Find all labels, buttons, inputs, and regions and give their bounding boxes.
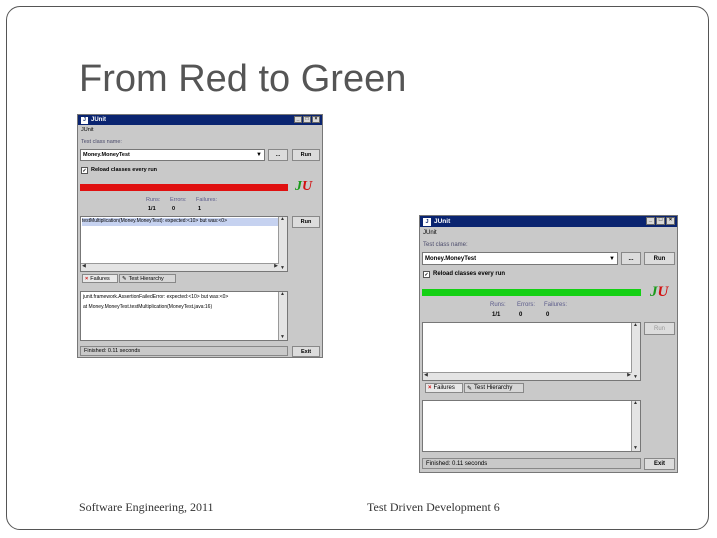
failure-x-icon: × — [428, 385, 432, 391]
run-button[interactable]: Run — [292, 149, 320, 161]
runs-label: Runs: — [146, 197, 161, 203]
reload-label: Reload classes every run — [433, 271, 506, 277]
test-class-label: Test class name: — [81, 139, 122, 145]
vertical-scrollbar[interactable]: ▲ ▼ — [631, 401, 640, 451]
vertical-scrollbar[interactable]: ▲ ▼ — [278, 217, 287, 271]
reload-checkbox[interactable]: ✓ — [81, 167, 88, 174]
tab-test-hierarchy[interactable]: ✎ Test Hierarchy — [464, 383, 524, 393]
scroll-right-icon[interactable]: ▶ — [274, 264, 278, 269]
failure-list[interactable]: testMultiplication(Money.MoneyTest): exp… — [80, 216, 288, 272]
stack-trace-pane[interactable]: ▲ ▼ — [422, 400, 641, 452]
scroll-right-icon[interactable]: ▶ — [627, 373, 631, 378]
errors-label: Errors: — [170, 197, 187, 203]
junit-status-logo-icon: JU — [295, 179, 313, 194]
window-title: JUnit — [434, 218, 451, 225]
scroll-left-icon[interactable]: ◀ — [424, 373, 428, 378]
menu-junit[interactable]: JUnit — [81, 127, 94, 133]
run-again-button[interactable]: Run — [644, 322, 675, 335]
trace-line-1: junit.framework.AssertionFailedError: ex… — [83, 294, 229, 300]
failures-value: 0 — [546, 312, 550, 318]
window-titlebar[interactable]: J JUnit _ □ × — [78, 115, 322, 125]
vertical-scrollbar[interactable]: ▲ ▼ — [631, 323, 640, 380]
status-bar: Finished: 0.11 seconds — [80, 346, 288, 356]
scroll-up-icon[interactable]: ▲ — [280, 292, 285, 297]
footer-course: Software Engineering, 2011 — [79, 500, 214, 514]
hierarchy-icon: ✎ — [122, 275, 127, 282]
test-class-combobox[interactable]: Money.MoneyTest ▼ — [80, 149, 265, 161]
scroll-down-icon[interactable]: ▼ — [280, 266, 285, 271]
test-class-combobox[interactable]: Money.MoneyTest ▼ — [422, 252, 618, 265]
progress-bar-passed — [422, 289, 641, 296]
junit-window-passed: J JUnit _ □ × JUnit Test class name: Mon… — [419, 215, 678, 473]
junit-logo-icon: J — [81, 116, 88, 124]
menu-junit[interactable]: JUnit — [423, 230, 437, 236]
scroll-left-icon[interactable]: ◀ — [82, 264, 86, 269]
runs-label: Runs: — [490, 302, 506, 308]
failure-list[interactable]: ▲ ▼ ◀ ▶ — [422, 322, 641, 381]
scroll-up-icon[interactable]: ▲ — [633, 323, 638, 328]
horizontal-scrollbar[interactable]: ◀ ▶ — [423, 372, 632, 380]
browse-button[interactable]: ... — [268, 149, 288, 161]
exit-button[interactable]: Exit — [644, 458, 675, 470]
errors-value: 0 — [172, 206, 176, 212]
progress-bar-failed — [80, 184, 288, 191]
footer-topic-page: Test Driven Development 6 — [367, 500, 500, 514]
status-bar: Finished: 0.11 seconds — [422, 458, 641, 469]
window-title: JUnit — [91, 117, 106, 123]
close-button[interactable]: × — [312, 116, 320, 123]
tab-failures[interactable]: × Failures — [82, 274, 118, 283]
window-titlebar[interactable]: J JUnit _ □ × — [420, 216, 677, 227]
junit-logo-icon: J — [423, 217, 431, 226]
tab-test-hierarchy[interactable]: ✎ Test Hierarchy — [119, 274, 176, 283]
runs-value: 1/1 — [492, 312, 501, 318]
dropdown-arrow-icon[interactable]: ▼ — [609, 256, 615, 262]
failures-value: 1 — [198, 206, 202, 212]
junit-status-logo-icon: JU — [650, 284, 669, 300]
minimize-button[interactable]: _ — [294, 116, 302, 123]
horizontal-scrollbar[interactable]: ◀ ▶ — [81, 263, 279, 271]
stack-trace-pane[interactable]: junit.framework.AssertionFailedError: ex… — [80, 291, 288, 341]
test-class-value: Money.MoneyTest — [83, 152, 130, 158]
failures-label: Failures: — [544, 302, 568, 308]
scroll-down-icon[interactable]: ▼ — [280, 335, 285, 340]
maximize-button[interactable]: □ — [303, 116, 311, 123]
slide-title: From Red to Green — [79, 58, 407, 100]
run-button[interactable]: Run — [644, 252, 675, 265]
hierarchy-icon: ✎ — [467, 385, 473, 392]
junit-window-failed: J JUnit _ □ × JUnit Test class name: Mon… — [77, 114, 323, 358]
run-again-button[interactable]: Run — [292, 216, 320, 228]
scroll-up-icon[interactable]: ▲ — [280, 217, 285, 222]
failure-list-item[interactable]: testMultiplication(Money.MoneyTest): exp… — [82, 218, 278, 226]
browse-button[interactable]: ... — [621, 252, 641, 265]
reload-label: Reload classes every run — [91, 167, 158, 173]
errors-label: Errors: — [517, 302, 535, 308]
vertical-scrollbar[interactable]: ▲ ▼ — [278, 292, 287, 340]
maximize-button[interactable]: □ — [656, 217, 665, 225]
scroll-down-icon[interactable]: ▼ — [633, 375, 638, 380]
failure-x-icon: × — [85, 275, 89, 282]
test-class-value: Money.MoneyTest — [425, 255, 477, 262]
runs-value: 1/1 — [148, 206, 156, 212]
errors-value: 0 — [519, 312, 523, 318]
scroll-down-icon[interactable]: ▼ — [633, 446, 638, 451]
close-button[interactable]: × — [666, 217, 675, 225]
failures-label: Failures: — [196, 197, 218, 203]
test-class-label: Test class name: — [423, 242, 468, 248]
scroll-up-icon[interactable]: ▲ — [633, 401, 638, 406]
minimize-button[interactable]: _ — [646, 217, 655, 225]
reload-checkbox[interactable]: ✓ — [423, 271, 430, 278]
exit-button[interactable]: Exit — [292, 346, 320, 357]
tab-failures[interactable]: × Failures — [425, 383, 463, 393]
trace-line-2: at Money.MoneyTest.testMultiplication(Mo… — [83, 304, 213, 310]
dropdown-arrow-icon[interactable]: ▼ — [256, 152, 262, 158]
